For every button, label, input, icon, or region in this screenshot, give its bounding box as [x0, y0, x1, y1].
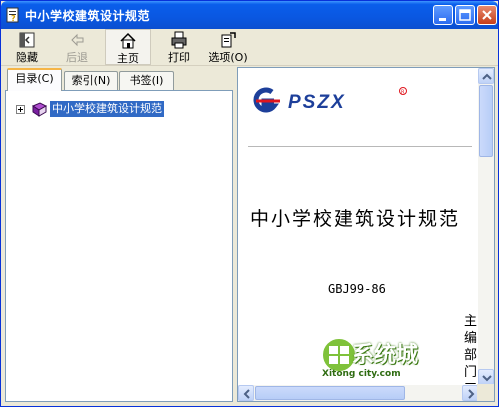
vertical-char: 部 — [464, 348, 478, 363]
back-arrow-icon — [71, 33, 84, 47]
navigation-pane: 目录(C) 索引(N) 书签(I) 中小学校建筑设计规范 — [5, 67, 233, 402]
back-label: 后退 — [66, 51, 88, 64]
toolbar: 隐藏 后退 主页 打印 选项(O) — [1, 29, 498, 66]
help-window: ? 中小学校建筑设计规范 隐藏 后退 主页 打印 选项(O) 目录(C) 索引(… — [0, 0, 499, 407]
scroll-left-button[interactable] — [238, 385, 254, 401]
minimize-button[interactable] — [433, 5, 453, 25]
maximize-icon — [459, 9, 471, 21]
home-icon — [120, 32, 136, 49]
arrow-left-icon — [243, 389, 250, 399]
hide-label: 隐藏 — [16, 51, 38, 64]
document-code: GBJ99-86 — [328, 282, 386, 296]
watermark-url: Xitong city.com — [322, 369, 401, 379]
tab-bookmarks[interactable]: 书签(I) — [119, 71, 174, 90]
hide-pane-icon — [19, 32, 35, 48]
hide-button[interactable]: 隐藏 — [7, 29, 47, 65]
divider-line — [248, 146, 472, 147]
gpszx-logo: PSZX R — [253, 87, 407, 113]
close-icon — [482, 10, 492, 20]
arrow-up-icon — [482, 73, 492, 80]
document-title: 中小学校建筑设计规范 — [250, 208, 461, 230]
vertical-text: 主 编 部 门 干 — [464, 313, 478, 384]
watermark-name: 系统城 — [352, 343, 419, 368]
options-label: 选项(O) — [208, 51, 248, 64]
scroll-down-button[interactable] — [478, 369, 494, 385]
book-icon — [31, 102, 47, 117]
tab-index-label: 索引(N) — [71, 74, 111, 87]
home-label: 主页 — [117, 52, 139, 65]
scroll-corner — [477, 384, 494, 401]
vertical-scrollbar[interactable] — [478, 68, 494, 385]
maximize-button[interactable] — [455, 5, 475, 25]
expand-plus-icon[interactable] — [16, 105, 25, 114]
scroll-right-button[interactable] — [462, 385, 478, 401]
vertical-char: 主 — [464, 314, 478, 329]
tab-bookmarks-label: 书签(I) — [129, 74, 164, 87]
options-icon — [221, 32, 236, 48]
window-title: 中小学校建筑设计规范 — [25, 9, 151, 23]
contents-tree: 中小学校建筑设计规范 — [5, 90, 233, 402]
help-file-icon: ? — [6, 7, 19, 23]
vertical-char: 编 — [464, 331, 478, 346]
vertical-char: 门 — [464, 365, 478, 380]
tab-contents[interactable]: 目录(C) — [7, 68, 62, 91]
horizontal-scrollbar[interactable] — [238, 385, 478, 401]
options-button[interactable]: 选项(O) — [206, 29, 250, 65]
printer-icon — [171, 31, 187, 49]
home-button[interactable]: 主页 — [105, 29, 151, 65]
close-button[interactable] — [477, 5, 497, 25]
tab-contents-label: 目录(C) — [15, 72, 54, 85]
svg-text:?: ? — [11, 14, 16, 23]
scroll-up-button[interactable] — [478, 68, 494, 84]
tree-item-label[interactable]: 中小学校建筑设计规范 — [50, 101, 164, 117]
print-button[interactable]: 打印 — [159, 29, 199, 65]
vertical-scroll-thumb[interactable] — [479, 85, 493, 157]
horizontal-scroll-thumb[interactable] — [255, 386, 405, 400]
back-button[interactable]: 后退 — [57, 29, 97, 65]
title-bar[interactable]: ? 中小学校建筑设计规范 — [1, 1, 498, 29]
vertical-char: 干 — [464, 381, 478, 384]
svg-text:R: R — [401, 90, 405, 96]
tab-index[interactable]: 索引(N) — [64, 71, 118, 90]
minimize-icon — [439, 18, 446, 21]
watermark: 系统城 Xitong city.com — [319, 335, 459, 385]
print-label: 打印 — [168, 51, 190, 64]
svg-text:PSZX: PSZX — [288, 92, 346, 113]
